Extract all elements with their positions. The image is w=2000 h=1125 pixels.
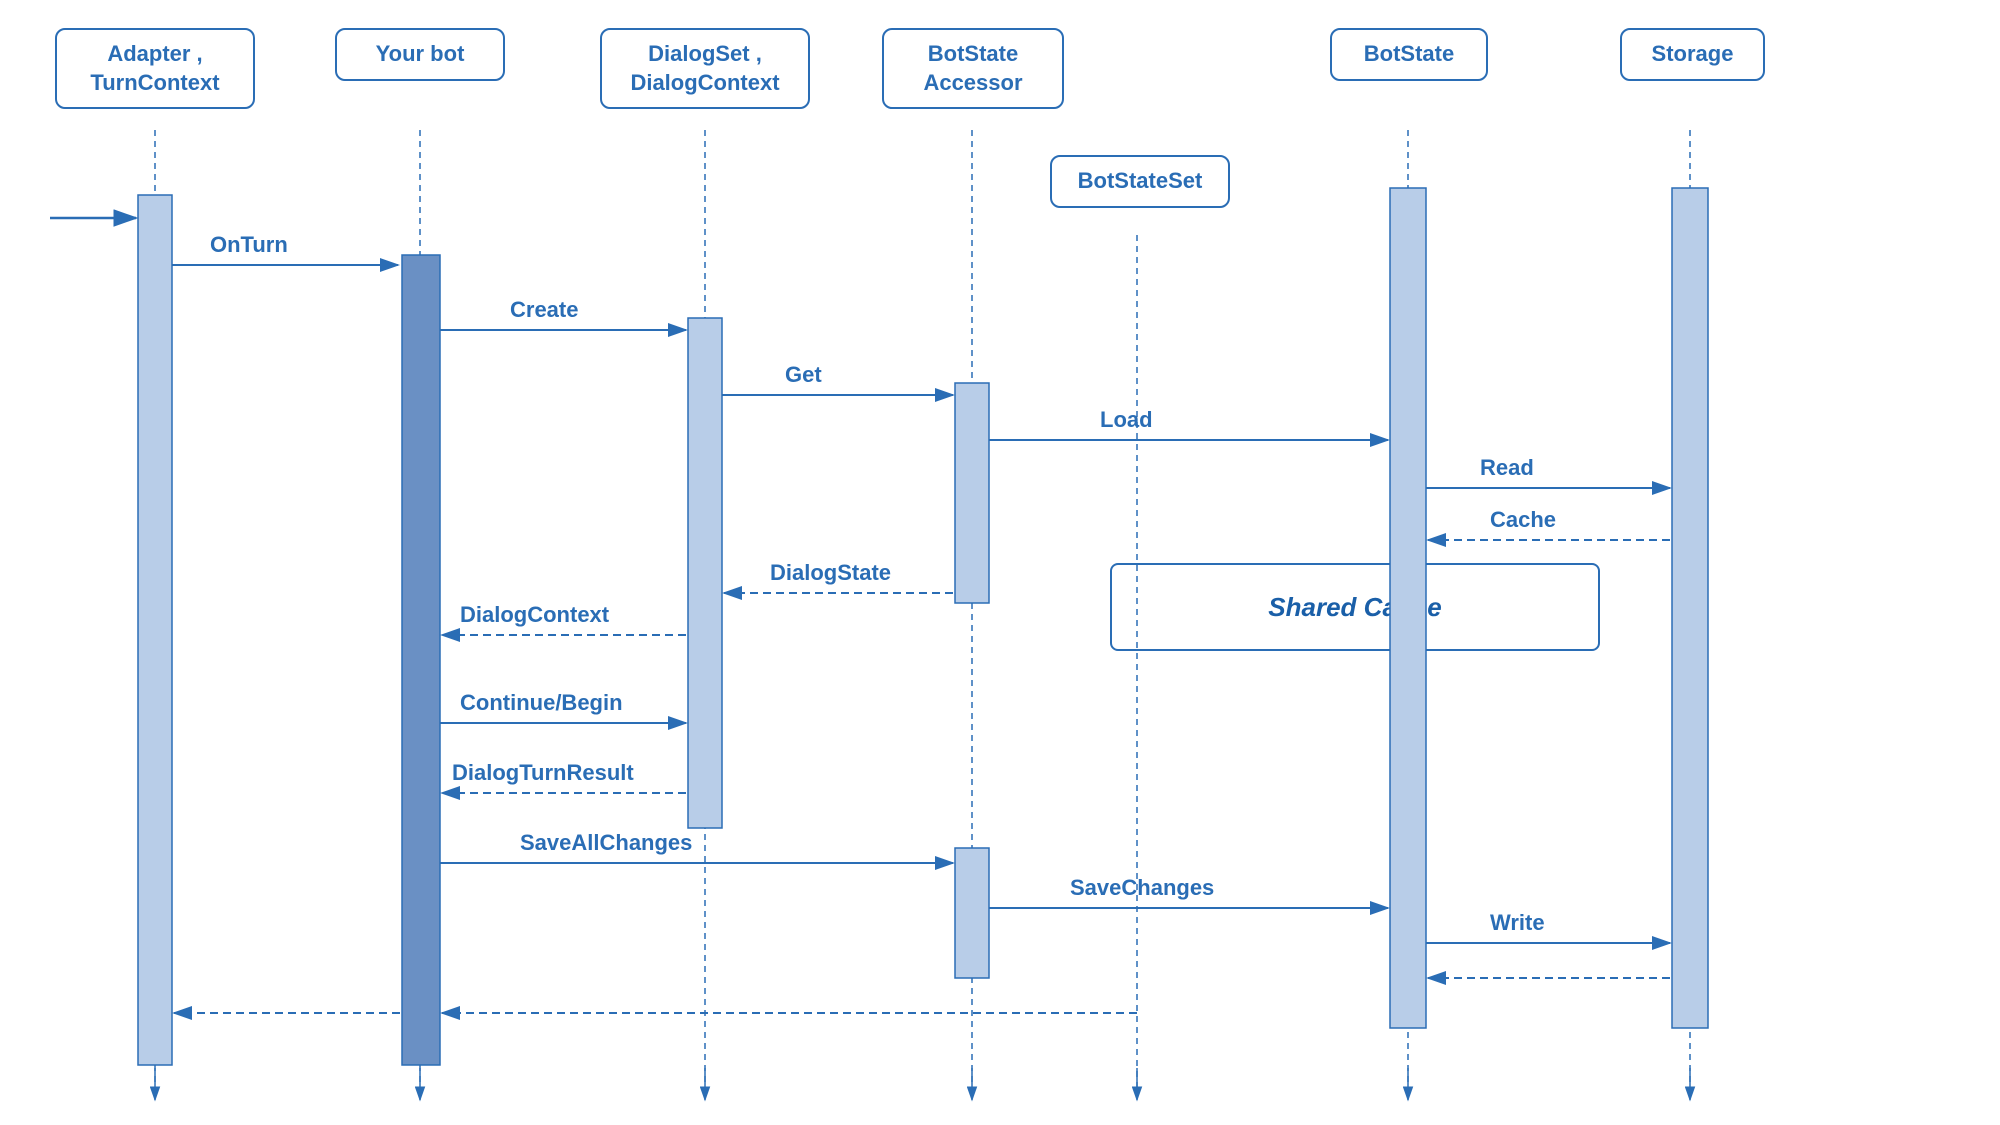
label-write: Write: [1490, 910, 1545, 935]
activation-botstate-accessor-1: [955, 383, 989, 603]
activation-storage: [1672, 188, 1708, 1028]
diagram-svg: OnTurn Create Get Load Read Cache Dialog…: [0, 0, 2000, 1125]
label-dialogcontext: DialogContext: [460, 602, 610, 627]
label-saveallchanges: SaveAllChanges: [520, 830, 692, 855]
label-onturn: OnTurn: [210, 232, 288, 257]
activation-dialogset: [688, 318, 722, 828]
label-read: Read: [1480, 455, 1534, 480]
label-cache: Cache: [1490, 507, 1556, 532]
label-savechanges: SaveChanges: [1070, 875, 1214, 900]
label-dialogturnresult: DialogTurnResult: [452, 760, 634, 785]
label-dialogstate: DialogState: [770, 560, 891, 585]
activation-botstate: [1390, 188, 1426, 1028]
label-continuebegin: Continue/Begin: [460, 690, 623, 715]
activation-botstate-accessor-2: [955, 848, 989, 978]
activation-yourbot: [402, 255, 440, 1065]
label-load: Load: [1100, 407, 1153, 432]
sequence-diagram: Adapter ,TurnContext Your bot DialogSet …: [0, 0, 2000, 1125]
label-get: Get: [785, 362, 822, 387]
activation-adapter: [138, 195, 172, 1065]
label-create: Create: [510, 297, 578, 322]
